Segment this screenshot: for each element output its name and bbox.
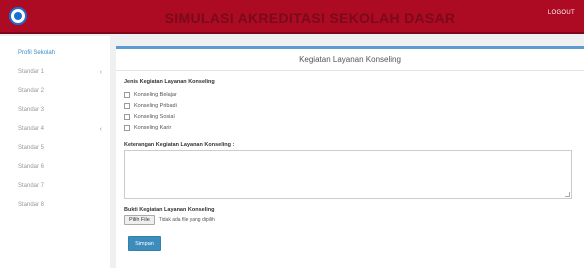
sidebar-item-standar-2[interactable]: Standar 2 — [0, 82, 110, 100]
sidebar-item-label: Standar 1 — [18, 69, 45, 75]
sidebar-item-standar-6[interactable]: Standar 6 — [0, 158, 110, 176]
option-label: Konseling Karir — [134, 125, 172, 131]
resize-grip-icon[interactable] — [565, 192, 570, 197]
app-title: SIMULASI AKREDITASI SEKOLAH DASAR — [164, 10, 456, 26]
panel-divider — [116, 70, 584, 71]
konseling-pribadi-checkbox[interactable] — [124, 103, 130, 109]
sidebar-item-standar-1[interactable]: Standar 1 ‹ — [0, 63, 110, 81]
konseling-belajar-checkbox[interactable] — [124, 92, 130, 98]
bukti-label: Bukti Kegiatan Layanan Konseling — [124, 207, 215, 213]
sidebar-item-label: Standar 4 — [18, 126, 45, 132]
file-input: Pilih File Tidak ada file yang dipilih — [124, 215, 215, 225]
sidebar-item-label: Standar 5 — [18, 145, 45, 151]
option-row: Konseling Karir — [124, 125, 171, 131]
chevron-left-icon: ‹ — [99, 68, 102, 76]
sidebar-item-label: Standar 8 — [18, 202, 45, 208]
konseling-sosial-checkbox[interactable] — [124, 114, 130, 120]
sidebar-item-label: Standar 6 — [18, 164, 45, 170]
sidebar-item-standar-7[interactable]: Standar 7 — [0, 177, 110, 195]
chevron-left-icon: ‹ — [99, 125, 102, 133]
option-label: Konseling Sosial — [134, 114, 175, 120]
school-logo-icon[interactable] — [9, 7, 27, 25]
sidebar-item-label: Standar 3 — [18, 107, 45, 113]
file-status-text: Tidak ada file yang dipilih — [158, 217, 215, 223]
counseling-form-panel: Kegiatan Layanan Konseling Jenis Kegiata… — [116, 46, 584, 268]
sidebar-item-label: Standar 7 — [18, 183, 45, 189]
sidebar-item-standar-4[interactable]: Standar 4 ‹ — [0, 120, 110, 138]
panel-title: Kegiatan Layanan Konseling — [299, 55, 401, 64]
option-row: Konseling Sosial — [124, 114, 175, 120]
logout-link[interactable]: LOGOUT — [548, 10, 575, 16]
choose-file-button[interactable]: Pilih File — [124, 215, 155, 225]
sidebar: Profil Sekolah Standar 1 ‹ Standar 2 Sta… — [0, 36, 110, 268]
konseling-karir-checkbox[interactable] — [124, 125, 130, 131]
jenis-kegiatan-label: Jenis Kegiatan Layanan Konseling — [124, 79, 215, 85]
sidebar-item-label: Profil Sekolah — [18, 50, 56, 56]
option-row: Konseling Pribadi — [124, 103, 177, 109]
option-label: Konseling Belajar — [134, 92, 177, 98]
simpan-button[interactable]: Simpan — [128, 236, 161, 251]
sidebar-item-standar-3[interactable]: Standar 3 — [0, 101, 110, 119]
sidebar-item-standar-5[interactable]: Standar 5 — [0, 139, 110, 157]
keterangan-textarea[interactable] — [124, 150, 572, 199]
option-label: Konseling Pribadi — [134, 103, 177, 109]
option-row: Konseling Belajar — [124, 92, 177, 98]
sidebar-item-profil-sekolah[interactable]: Profil Sekolah — [0, 44, 110, 62]
sidebar-item-label: Standar 2 — [18, 88, 45, 94]
keterangan-label: Keterangan Kegiatan Layanan Konseling : — [124, 142, 235, 148]
sidebar-item-standar-8[interactable]: Standar 8 — [0, 196, 110, 214]
top-navbar: SIMULASI AKREDITASI SEKOLAH DASAR LOGOUT — [0, 0, 584, 34]
